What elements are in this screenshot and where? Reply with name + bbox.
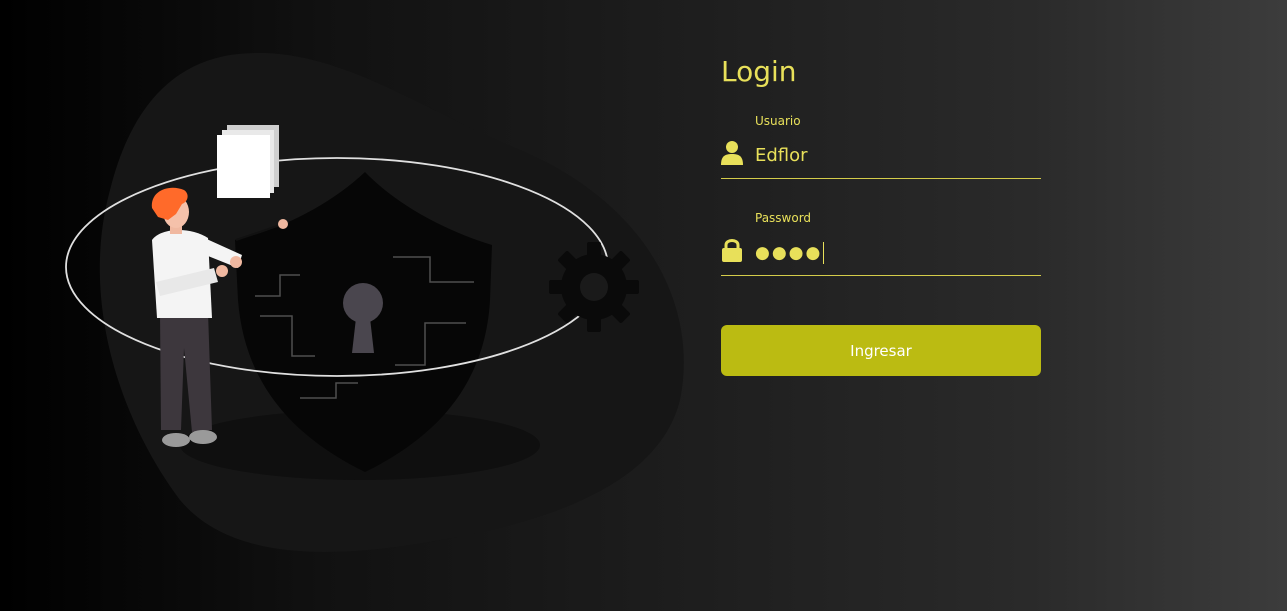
login-form: Login Usuario Edflor Password ●●●● Ingre…: [721, 50, 1041, 376]
username-field[interactable]: Usuario Edflor: [721, 114, 1041, 179]
username-input[interactable]: Edflor: [755, 145, 808, 166]
gear-icon: [549, 242, 639, 332]
lock-icon: [722, 239, 742, 262]
security-illustration: [65, 52, 684, 552]
password-label: Password: [755, 211, 812, 225]
text-caret: [823, 242, 825, 264]
submit-button[interactable]: Ingresar: [721, 325, 1041, 376]
documents-icon: [217, 125, 279, 198]
username-label: Usuario: [755, 114, 801, 128]
password-field[interactable]: Password ●●●●: [721, 211, 1041, 276]
user-icon: [721, 141, 743, 165]
page-title: Login: [721, 55, 797, 88]
password-input[interactable]: ●●●●: [755, 242, 825, 264]
password-mask: ●●●●: [755, 243, 823, 263]
